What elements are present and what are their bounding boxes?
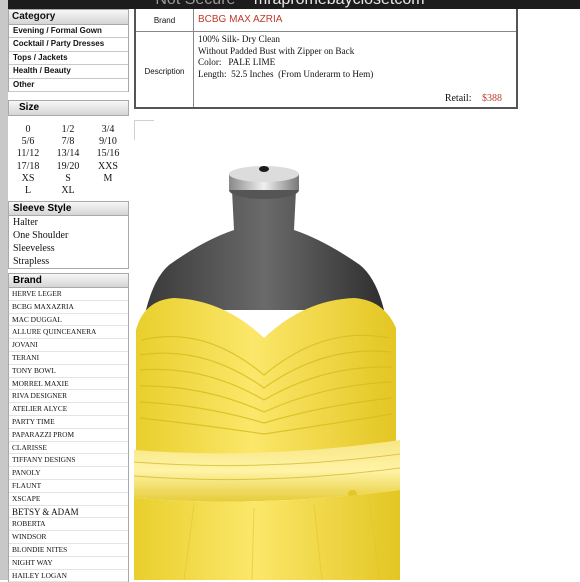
- address-bar-text: Not Secure mrapromebayclosetcom: [0, 0, 580, 9]
- sleeve-style-title: Sleeve Style: [8, 201, 129, 217]
- brand-item[interactable]: JOVANI: [9, 339, 128, 353]
- brand-item[interactable]: TONY BOWL: [9, 365, 128, 378]
- brand-item[interactable]: FLAUNT: [9, 480, 128, 493]
- size-option[interactable]: XL: [48, 185, 88, 197]
- category-title: Category: [8, 9, 129, 25]
- size-option[interactable]: 9/10: [88, 136, 128, 148]
- brand-item[interactable]: ALLURE QUINCEANERA: [9, 326, 128, 340]
- sleeve-item-sleeveless[interactable]: Sleeveless: [9, 242, 128, 255]
- size-title: Size: [8, 99, 129, 116]
- size-option[interactable]: L: [8, 185, 48, 197]
- divider: [134, 120, 135, 140]
- brand-item[interactable]: TERANI: [9, 352, 128, 365]
- sleeve-item-strapless[interactable]: Strapless: [9, 255, 128, 268]
- size-option[interactable]: 19/20: [48, 161, 88, 173]
- retail-price: $388: [482, 93, 502, 104]
- size-option[interactable]: 1/2: [48, 124, 88, 136]
- retail-label: Retail:: [444, 93, 472, 104]
- left-frame: [0, 0, 8, 580]
- brand-item[interactable]: XSCAPE: [9, 493, 128, 506]
- product-photo[interactable]: [134, 160, 400, 580]
- brand-item[interactable]: MAC DUGGAL: [9, 314, 128, 327]
- url-text[interactable]: mrapromebayclosetcom: [254, 0, 425, 8]
- size-option[interactable]: 11/12: [8, 148, 48, 160]
- product-details-table: Brand BCBG MAX AZRIA Description 100% Si…: [134, 9, 518, 109]
- brand-item[interactable]: CLARISSE: [9, 442, 128, 455]
- divider: [134, 120, 154, 121]
- dress-illustration: [134, 160, 400, 580]
- brand-item[interactable]: PAPARAZZI PROM: [9, 429, 128, 442]
- brand-item[interactable]: PANOLY: [9, 467, 128, 481]
- brand-item[interactable]: WINDSOR: [9, 531, 128, 545]
- size-option[interactable]: 17/18: [8, 161, 48, 173]
- size-option[interactable]: 7/8: [48, 136, 88, 148]
- description-label: Description: [144, 67, 185, 76]
- category-list: Evening / Formal Gown Cocktail / Party D…: [8, 25, 129, 92]
- sidebar: Category Evening / Formal Gown Cocktail …: [8, 9, 129, 582]
- brand-item[interactable]: BETSY & ADAM: [9, 506, 128, 519]
- brand-item[interactable]: PARTY TIME: [9, 416, 128, 429]
- brand-item[interactable]: HERVE LEGER: [9, 288, 128, 301]
- brand-list: HERVE LEGER BCBG MAXAZRIA MAC DUGGAL ALL…: [8, 288, 129, 582]
- brand-title: Brand: [8, 273, 129, 289]
- brand-item[interactable]: BCBG MAXAZRIA: [9, 301, 128, 314]
- brand-item[interactable]: RIVA DESIGNER: [9, 390, 128, 404]
- description-text: 100% Silk- Dry Clean Without Padded Bust…: [198, 34, 373, 80]
- description-line: 100% Silk- Dry Clean: [198, 34, 280, 44]
- size-option[interactable]: 0: [8, 124, 48, 136]
- browser-address-bar[interactable]: Not Secure mrapromebayclosetcom: [0, 0, 580, 9]
- category-item-cocktail[interactable]: Cocktail / Party Dresses: [9, 38, 128, 52]
- description-line: Without Padded Bust with Zipper on Back: [198, 45, 355, 56]
- size-option[interactable]: 13/14: [48, 148, 88, 160]
- size-grid: 0 1/2 3/4 5/6 7/8 9/10 11/12 13/14 15/16…: [8, 124, 129, 197]
- brand-item[interactable]: HAILEY LOGAN: [9, 570, 128, 582]
- category-item-health[interactable]: Health / Beauty: [9, 65, 128, 79]
- category-item-evening[interactable]: Evening / Formal Gown: [9, 25, 128, 39]
- brand-item[interactable]: ROBERTA: [9, 518, 128, 532]
- brand-item[interactable]: BLONDIE NITES: [9, 544, 128, 557]
- size-option[interactable]: S: [48, 173, 88, 185]
- size-option[interactable]: 5/6: [8, 136, 48, 148]
- security-indicator: Not Secure: [155, 0, 235, 8]
- sleeve-style-list: Halter One Shoulder Sleeveless Strapless: [8, 216, 129, 270]
- brand-label: Brand: [153, 16, 176, 25]
- brand-value: BCBG MAX AZRIA: [198, 14, 283, 25]
- brand-item[interactable]: MORREL MAXIE: [9, 378, 128, 391]
- category-item-tops[interactable]: Tops / Jackets: [9, 52, 128, 66]
- size-option[interactable]: 3/4: [88, 124, 128, 136]
- column-divider: [193, 9, 194, 107]
- brand-item[interactable]: NIGHT WAY: [9, 557, 128, 570]
- category-item-other[interactable]: Other: [9, 79, 128, 92]
- description-line: Length: 52.5 Inches (From Underarm to He…: [198, 68, 374, 79]
- size-option[interactable]: XS: [8, 173, 48, 185]
- retail-price-row: Retail: $388: [445, 93, 502, 104]
- description-line: Color: PALE LIME: [198, 57, 276, 68]
- brand-item[interactable]: ATELIER ALYCE: [9, 403, 128, 417]
- size-option[interactable]: M: [88, 173, 128, 185]
- size-option[interactable]: XXS: [88, 161, 128, 173]
- size-option[interactable]: 15/16: [88, 148, 128, 160]
- sleeve-item-halter[interactable]: Halter: [9, 216, 128, 229]
- brand-item[interactable]: TIFFANY DESIGNS: [9, 454, 128, 468]
- sleeve-item-one-shoulder[interactable]: One Shoulder: [9, 229, 128, 242]
